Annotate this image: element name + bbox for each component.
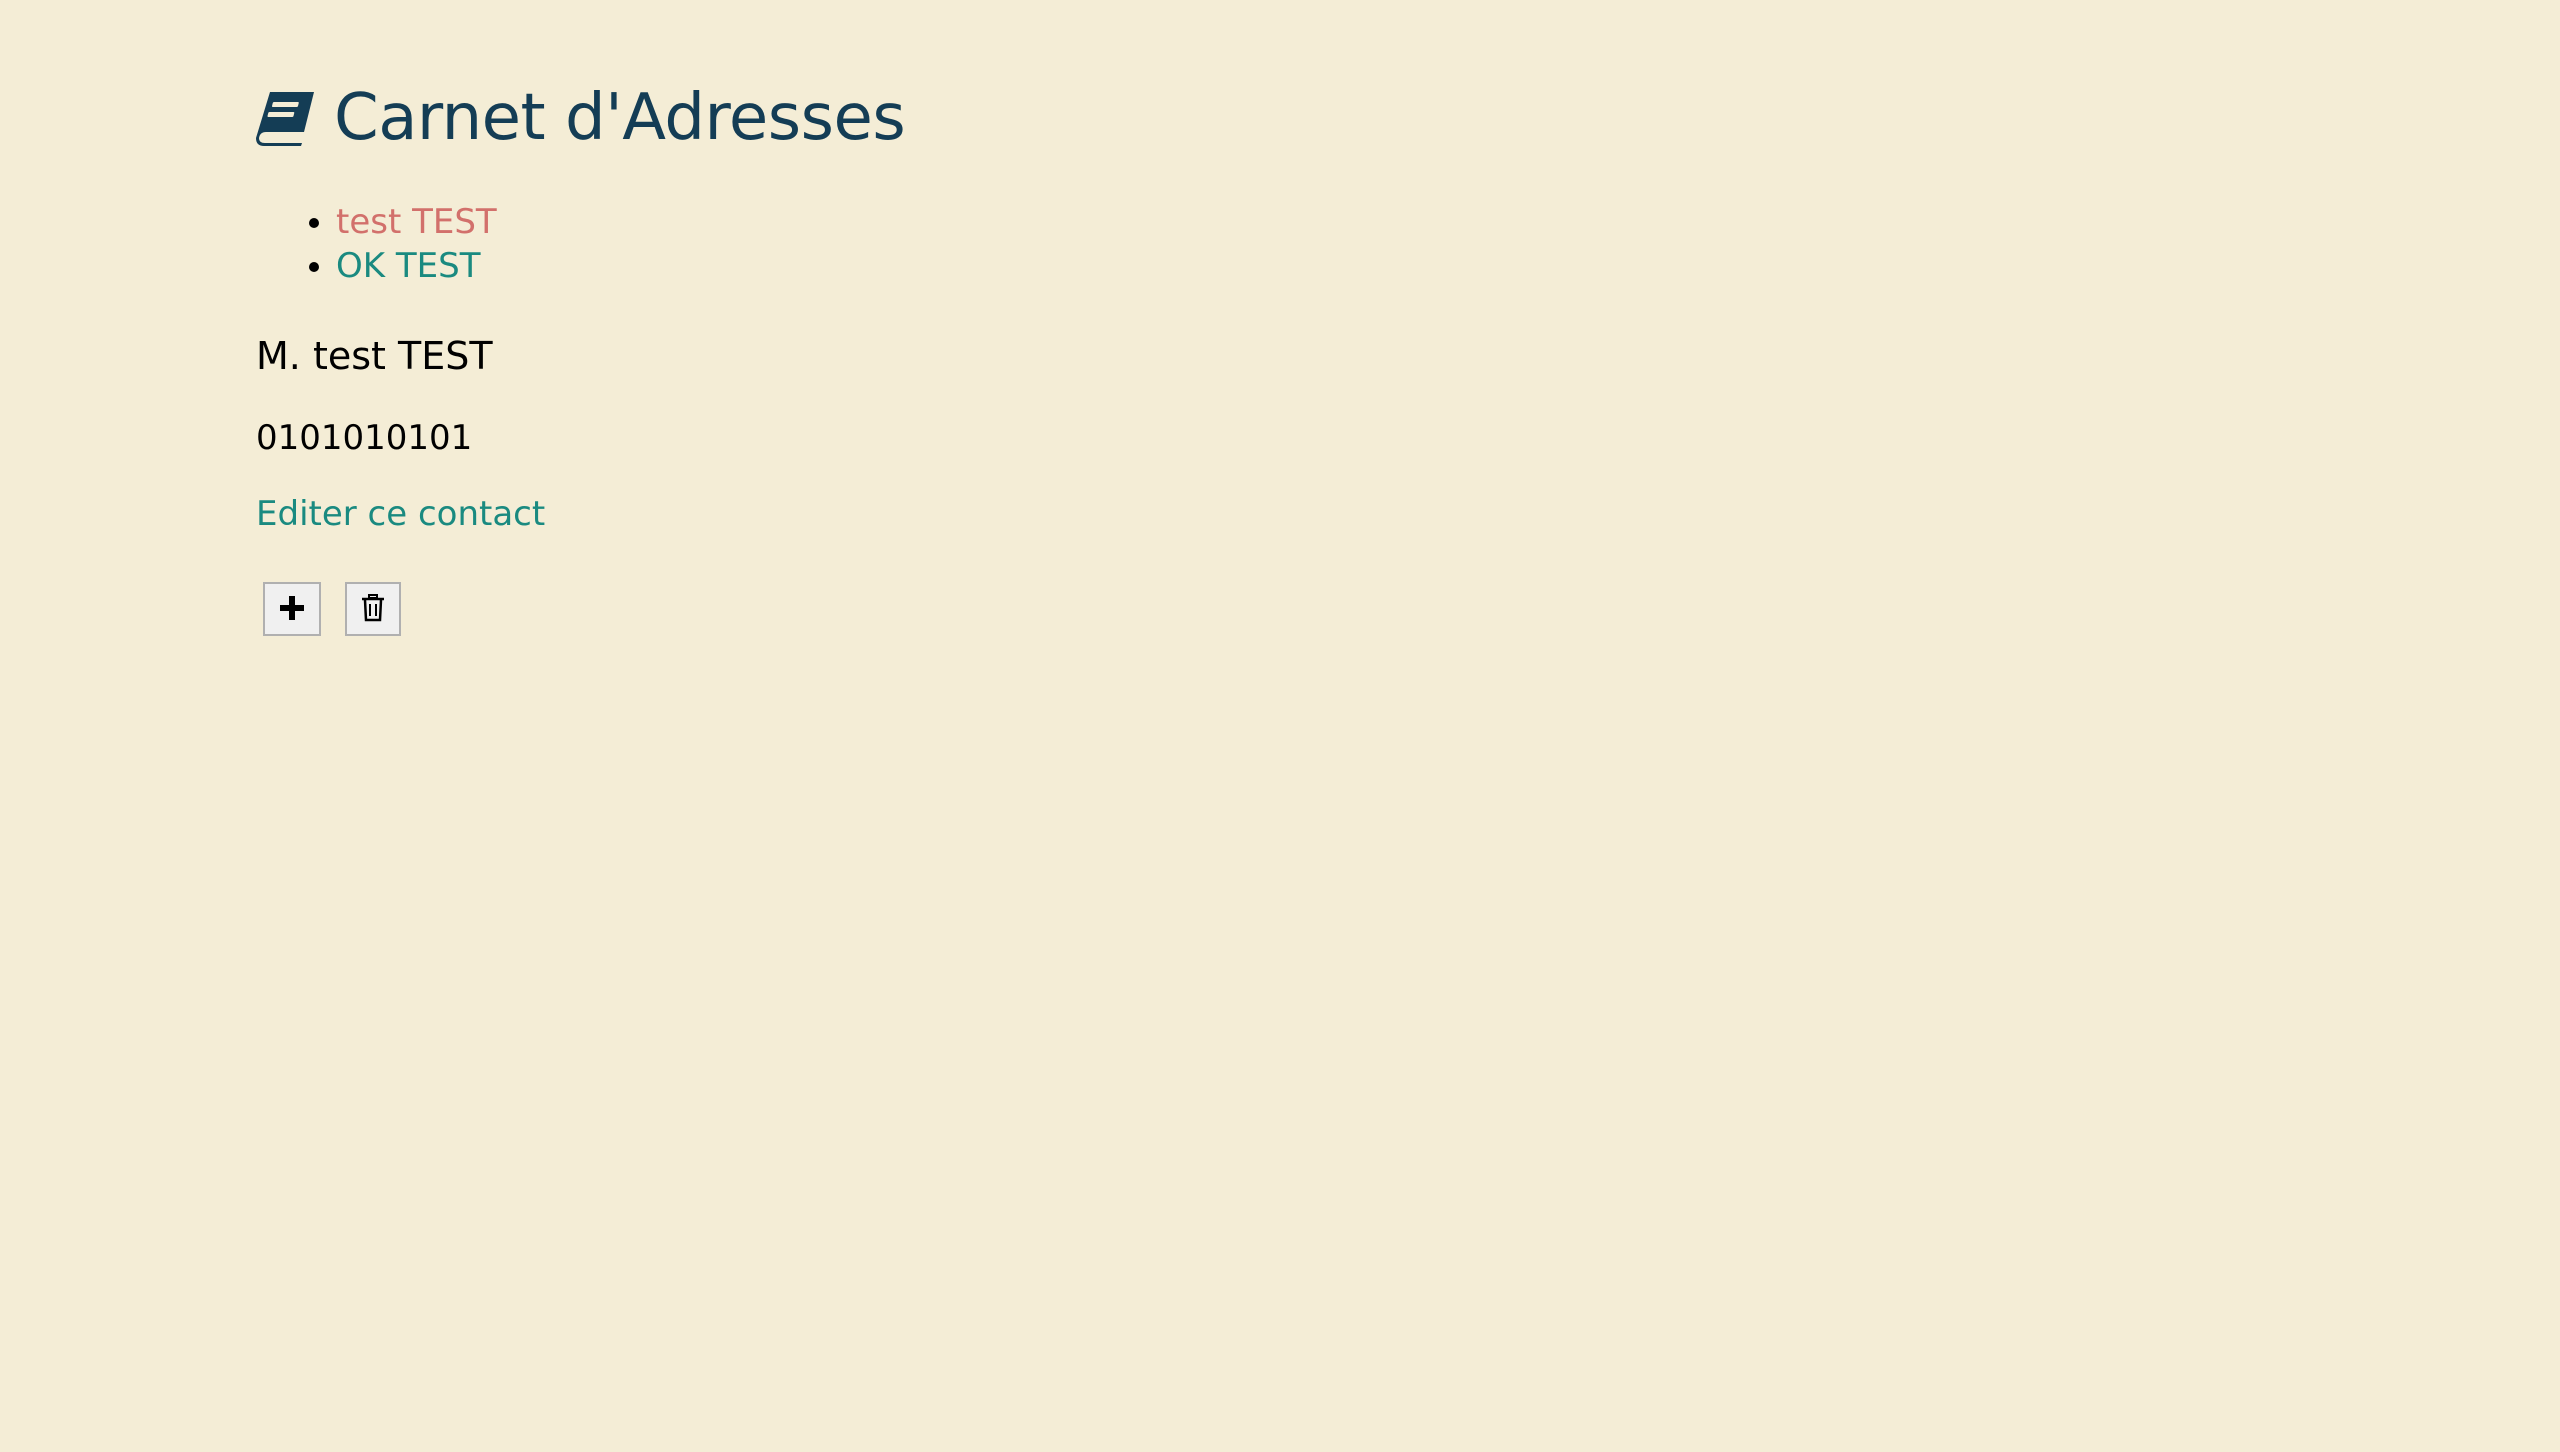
contact-phone: 0101010101 xyxy=(256,418,473,458)
address-book-page: Carnet d'Adresses test TEST OK TEST M. t… xyxy=(0,0,2560,1452)
trash-icon xyxy=(361,593,385,625)
page-title: Carnet d'Adresses xyxy=(334,81,906,155)
plus-icon xyxy=(279,595,305,624)
contact-link-ok-test[interactable]: OK TEST xyxy=(336,246,480,286)
list-item: OK TEST xyxy=(336,244,497,288)
edit-contact-link[interactable]: Editer ce contact xyxy=(256,492,545,536)
page-header: Carnet d'Adresses xyxy=(256,78,906,158)
contact-name: M. test TEST xyxy=(256,334,493,378)
add-contact-button[interactable] xyxy=(263,582,321,636)
delete-contact-button[interactable] xyxy=(345,582,401,636)
contact-link-test-test[interactable]: test TEST xyxy=(336,202,497,242)
contact-list: test TEST OK TEST xyxy=(256,200,497,288)
book-icon xyxy=(256,88,316,148)
list-item: test TEST xyxy=(336,200,497,244)
